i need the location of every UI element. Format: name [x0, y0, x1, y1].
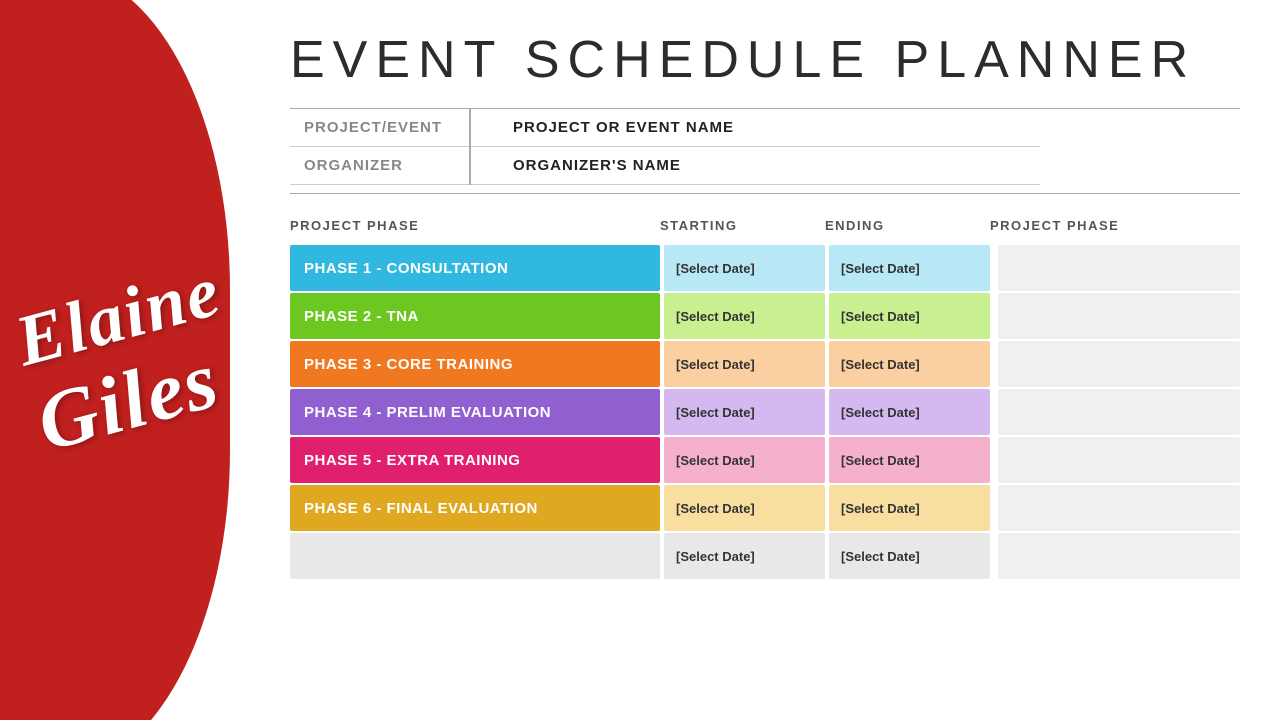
schedule-row: PHASE 4 - PRELIM EVALUATION[Select Date]…	[290, 389, 1240, 435]
project-value[interactable]: PROJECT OR EVENT NAME	[499, 109, 1040, 147]
phase-right-5	[998, 437, 1240, 483]
end-date-5[interactable]: [Select Date]	[829, 437, 990, 483]
phase-label-3[interactable]: PHASE 3 - CORE TRAINING	[290, 341, 660, 387]
organizer-row: ORGANIZER ORGANIZER'S NAME	[290, 147, 1040, 185]
phase-right-4	[998, 389, 1240, 435]
bottom-divider	[290, 193, 1240, 194]
start-date-7[interactable]: [Select Date]	[664, 533, 825, 579]
phase-right-3	[998, 341, 1240, 387]
phase-right-1	[998, 245, 1240, 291]
schedule-row: PHASE 2 - TNA[Select Date][Select Date]	[290, 293, 1240, 339]
table-divider2	[470, 147, 499, 185]
end-date-7[interactable]: [Select Date]	[829, 533, 990, 579]
page-title: EVENT SCHEDULE PLANNER	[290, 30, 1240, 90]
col-header-ending: ENDING	[825, 214, 990, 237]
organizer-label: ORGANIZER	[290, 147, 470, 185]
phase-label-4[interactable]: PHASE 4 - PRELIM EVALUATION	[290, 389, 660, 435]
end-date-1[interactable]: [Select Date]	[829, 245, 990, 291]
start-date-2[interactable]: [Select Date]	[664, 293, 825, 339]
col-header-phase: PROJECT PHASE	[290, 214, 660, 237]
schedule-row: PHASE 5 - EXTRA TRAINING[Select Date][Se…	[290, 437, 1240, 483]
start-date-3[interactable]: [Select Date]	[664, 341, 825, 387]
start-date-5[interactable]: [Select Date]	[664, 437, 825, 483]
phase-right-7	[998, 533, 1240, 579]
start-date-4[interactable]: [Select Date]	[664, 389, 825, 435]
schedule-headers: PROJECT PHASE STARTING ENDING PROJECT PH…	[290, 214, 1240, 237]
phase-label-1[interactable]: PHASE 1 - CONSULTATION	[290, 245, 660, 291]
schedule-section: PROJECT PHASE STARTING ENDING PROJECT PH…	[290, 214, 1240, 700]
start-date-1[interactable]: [Select Date]	[664, 245, 825, 291]
end-date-3[interactable]: [Select Date]	[829, 341, 990, 387]
schedule-row: PHASE 1 - CONSULTATION[Select Date][Sele…	[290, 245, 1240, 291]
schedule-row: [Select Date][Select Date]	[290, 533, 1240, 579]
project-label: PROJECT/EVENT	[290, 109, 470, 147]
table-divider	[470, 109, 499, 147]
phase-label-2[interactable]: PHASE 2 - TNA	[290, 293, 660, 339]
organizer-value[interactable]: ORGANIZER'S NAME	[499, 147, 1040, 185]
sidebar: Elaine Giles	[0, 0, 260, 720]
start-date-6[interactable]: [Select Date]	[664, 485, 825, 531]
phase-label-6[interactable]: PHASE 6 - FINAL EVALUATION	[290, 485, 660, 531]
phase-right-6	[998, 485, 1240, 531]
project-row: PROJECT/EVENT PROJECT OR EVENT NAME	[290, 109, 1040, 147]
end-date-4[interactable]: [Select Date]	[829, 389, 990, 435]
col-header-phase-right: PROJECT PHASE	[990, 214, 1240, 237]
end-date-6[interactable]: [Select Date]	[829, 485, 990, 531]
schedule-row: PHASE 3 - CORE TRAINING[Select Date][Sel…	[290, 341, 1240, 387]
info-table: PROJECT/EVENT PROJECT OR EVENT NAME ORGA…	[290, 109, 1040, 185]
end-date-2[interactable]: [Select Date]	[829, 293, 990, 339]
main-content: EVENT SCHEDULE PLANNER PROJECT/EVENT PRO…	[260, 0, 1280, 720]
schedule-row: PHASE 6 - FINAL EVALUATION[Select Date][…	[290, 485, 1240, 531]
schedule-rows: PHASE 1 - CONSULTATION[Select Date][Sele…	[290, 245, 1240, 581]
phase-label-7[interactable]	[290, 533, 660, 579]
phase-label-5[interactable]: PHASE 5 - EXTRA TRAINING	[290, 437, 660, 483]
phase-right-2	[998, 293, 1240, 339]
col-header-starting: STARTING	[660, 214, 825, 237]
